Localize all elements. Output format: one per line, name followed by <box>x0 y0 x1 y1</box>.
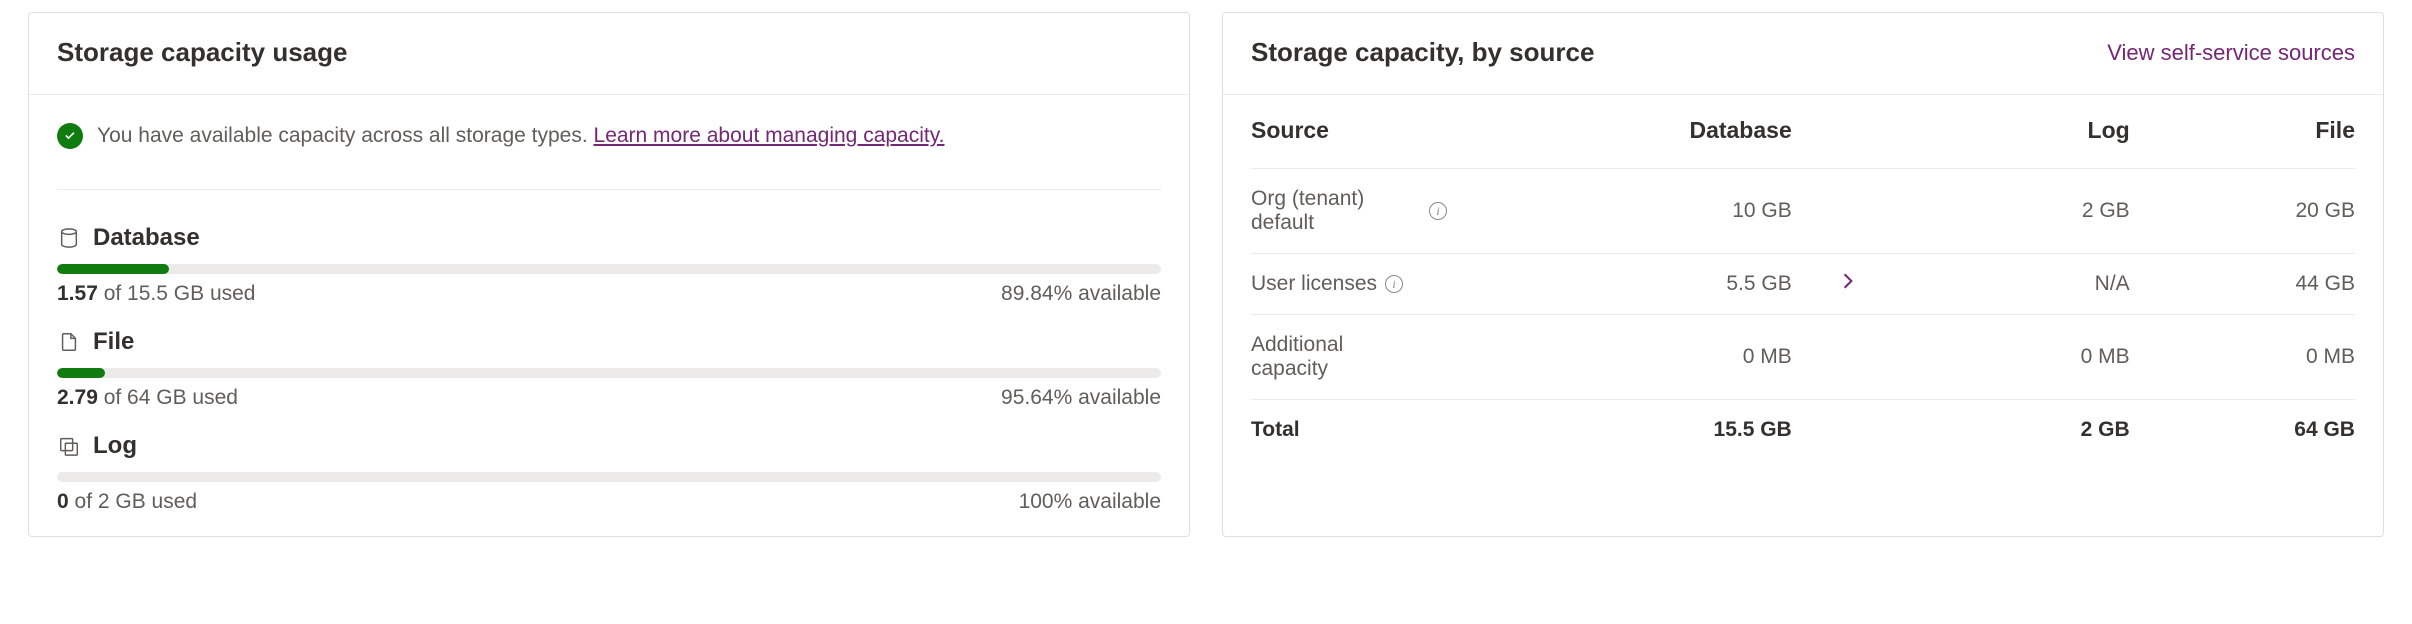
cell-file: 64 GB <box>2130 418 2355 442</box>
storage-usage-card: Storage capacity usage You have availabl… <box>28 12 1190 537</box>
available-text: 95.64% available <box>1001 386 1161 410</box>
learn-more-link[interactable]: Learn more about managing capacity. <box>594 124 945 147</box>
usage-list: Database 1.57 of 15.5 GB used 89.84% avail… <box>57 224 1161 514</box>
usage-label: File <box>93 328 134 356</box>
info-icon[interactable]: i <box>1429 202 1447 220</box>
info-icon[interactable]: i <box>1385 275 1403 293</box>
cell-log: 2 GB <box>1904 418 2129 442</box>
available-text: 100% available <box>1019 490 1161 514</box>
source-label: User licenses i <box>1251 272 1566 296</box>
chevron-right-icon[interactable] <box>1839 272 1857 290</box>
progress-fill <box>57 264 169 274</box>
source-label: Org (tenant) default i <box>1251 187 1566 235</box>
col-database: Database <box>1566 117 1791 144</box>
cell-file: 44 GB <box>2130 272 2355 296</box>
status-message: You have available capacity across all s… <box>97 124 594 147</box>
card-body: You have available capacity across all s… <box>29 95 1189 536</box>
storage-source-card: Storage capacity, by source View self-se… <box>1222 12 2384 537</box>
card-title: Storage capacity usage <box>57 37 347 68</box>
table-row: Org (tenant) default i10 GB 2 GB20 GB <box>1251 169 2355 254</box>
available-text: 89.84% available <box>1001 282 1161 306</box>
source-table: Source Database Log File Org (tenant) de… <box>1251 117 2355 460</box>
status-text: You have available capacity across all s… <box>97 124 945 148</box>
cell-file: 0 MB <box>2130 345 2355 369</box>
log-icon <box>57 434 81 458</box>
progress-bar <box>57 368 1161 378</box>
cell-log: 2 GB <box>1904 199 2129 223</box>
used-text: 0 of 2 GB used <box>57 490 197 514</box>
cell-database: 10 GB <box>1566 199 1791 223</box>
source-label: Total <box>1251 418 1566 442</box>
col-log: Log <box>1904 117 2129 144</box>
col-source: Source <box>1251 117 1566 144</box>
table-row: Additional capacity0 MB0 MB0 MB <box>1251 315 2355 400</box>
usage-stats: 0 of 2 GB used 100% available <box>57 490 1161 514</box>
usage-label: Log <box>93 432 137 460</box>
status-banner: You have available capacity across all s… <box>57 123 1161 190</box>
card-header: Storage capacity, by source View self-se… <box>1223 13 2383 95</box>
cell-database: 15.5 GB <box>1566 418 1791 442</box>
progress-bar <box>57 264 1161 274</box>
cell-file: 20 GB <box>2130 199 2355 223</box>
used-text: 2.79 of 64 GB used <box>57 386 238 410</box>
card-body: Source Database Log File Org (tenant) de… <box>1223 95 2383 460</box>
cell-database: 0 MB <box>1566 345 1791 369</box>
usage-stats: 2.79 of 64 GB used 95.64% available <box>57 386 1161 410</box>
cell-log: 0 MB <box>1904 345 2129 369</box>
table-row: User licenses i5.5 GB N/A44 GB <box>1251 254 2355 315</box>
cell-expand <box>1792 272 1905 296</box>
progress-fill <box>57 368 105 378</box>
table-header-row: Source Database Log File <box>1251 117 2355 169</box>
card-title: Storage capacity, by source <box>1251 37 1594 68</box>
cell-database: 5.5 GB <box>1566 272 1791 296</box>
col-file: File <box>2130 117 2355 144</box>
table-row-total: Total15.5 GB 2 GB64 GB <box>1251 400 2355 460</box>
usage-item: Log 0 of 2 GB used 100% available <box>57 432 1161 514</box>
view-self-service-link[interactable]: View self-service sources <box>2107 40 2355 66</box>
file-icon <box>57 330 81 354</box>
progress-bar <box>57 472 1161 482</box>
usage-stats: 1.57 of 15.5 GB used 89.84% available <box>57 282 1161 306</box>
cell-log: N/A <box>1904 272 2129 296</box>
usage-item: File 2.79 of 64 GB used 95.64% available <box>57 328 1161 410</box>
database-icon <box>57 226 81 250</box>
used-text: 1.57 of 15.5 GB used <box>57 282 255 306</box>
card-header: Storage capacity usage <box>29 13 1189 95</box>
usage-label: Database <box>93 224 200 252</box>
success-icon <box>57 123 83 149</box>
usage-item: Database 1.57 of 15.5 GB used 89.84% avail… <box>57 224 1161 306</box>
source-label: Additional capacity <box>1251 333 1566 381</box>
